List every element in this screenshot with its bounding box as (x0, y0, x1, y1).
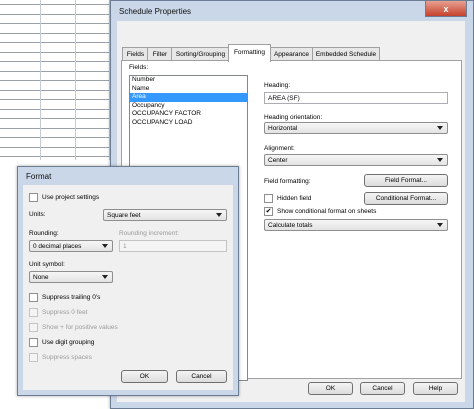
grid-column-line (40, 0, 41, 160)
chevron-down-icon (102, 244, 108, 248)
grid-column-line (75, 0, 76, 160)
grid-line (0, 13, 110, 15)
rounding-increment-label: Rounding increment: (119, 230, 179, 237)
grid-line (0, 118, 110, 119)
grid-line (0, 23, 110, 24)
close-button[interactable]: x (425, 1, 467, 17)
use-project-settings-checkbox[interactable]: Use project settings (29, 193, 99, 202)
checkbox-box (29, 308, 38, 317)
alignment-label: Alignment: (264, 145, 295, 152)
checkbox-box (29, 338, 38, 347)
format-dialog-window: Format Use project settings Units: Squar… (17, 166, 239, 396)
calculate-totals-select[interactable]: Calculate totals (264, 219, 448, 231)
tab-embedded-schedule[interactable]: Embedded Schedule (312, 47, 380, 61)
format-ok-button[interactable]: OK (121, 370, 168, 383)
heading-input[interactable]: AREA (SF) (264, 92, 448, 104)
tab-filter[interactable]: Filter (147, 47, 173, 61)
list-item-selected[interactable]: Area (130, 93, 247, 102)
window-title: Schedule Properties (119, 6, 192, 16)
grid-line (0, 80, 110, 81)
checkbox-box (29, 293, 38, 302)
grid-line (0, 89, 110, 91)
grid-line (0, 4, 110, 5)
conditional-format-button[interactable]: Conditional Format... (364, 192, 448, 205)
hidden-field-checkbox[interactable]: Hidden field (264, 194, 311, 203)
unit-symbol-label: Unit symbol: (29, 261, 65, 268)
field-format-button[interactable]: Field Format... (364, 174, 448, 187)
chevron-down-icon (216, 213, 222, 217)
close-icon: x (443, 3, 449, 14)
chevron-down-icon (437, 158, 443, 162)
grid-line (0, 99, 110, 100)
suppress-spaces-checkbox[interactable]: Suppress spaces (29, 353, 92, 362)
chevron-down-icon (102, 275, 108, 279)
show-plus-checkbox[interactable]: Show + for positive values (29, 323, 118, 332)
list-item[interactable]: Name (130, 85, 247, 94)
grid-line (0, 32, 110, 34)
checkbox-box (29, 323, 38, 332)
heading-orientation-select[interactable]: Horizontal (264, 122, 448, 134)
grid-line (0, 42, 110, 43)
fields-label: Fields: (129, 64, 149, 71)
suppress-zero-feet-checkbox[interactable]: Suppress 0 feet (29, 308, 88, 317)
checkbox-box (264, 194, 273, 203)
units-label: Units: (29, 211, 46, 218)
ok-button[interactable]: OK (308, 382, 353, 395)
grid-line (0, 127, 110, 129)
grid-line (0, 156, 110, 157)
list-item[interactable]: OCCUPANCY FACTOR (130, 110, 247, 119)
format-titlebar: Format (18, 167, 238, 185)
grid-line (0, 146, 110, 148)
field-formatting-label: Field formatting: (264, 178, 311, 185)
checkmark-icon: ✔ (264, 207, 273, 216)
heading-label: Heading: (264, 82, 291, 89)
grid-line (0, 137, 110, 138)
cancel-button[interactable]: Cancel (360, 382, 405, 395)
units-select[interactable]: Square feet (103, 209, 227, 221)
tab-appearance[interactable]: Appearance (269, 47, 314, 61)
background-schedule-grid (0, 0, 110, 160)
rounding-label: Rounding: (29, 230, 59, 237)
checkbox-box (29, 193, 38, 202)
format-dialog-title: Format (26, 171, 52, 181)
rounding-increment-input[interactable]: 1 (119, 240, 227, 252)
checkbox-box (29, 353, 38, 362)
use-digit-grouping-checkbox[interactable]: Use digit grouping (29, 338, 94, 347)
alignment-select[interactable]: Center (264, 154, 448, 166)
chevron-down-icon (437, 126, 443, 130)
list-item[interactable]: OCCUPANCY LOAD (130, 119, 247, 128)
unit-symbol-select[interactable]: None (29, 271, 113, 283)
format-dialog-body: Use project settings Units: Square feet … (23, 185, 233, 390)
heading-orientation-label: Heading orientation: (264, 114, 323, 121)
tab-fields[interactable]: Fields (122, 47, 149, 61)
show-conditional-format-checkbox[interactable]: ✔ Show conditional format on sheets (264, 207, 376, 216)
grid-line (0, 51, 110, 53)
grid-line (0, 61, 110, 62)
list-item[interactable]: Occupancy (130, 102, 247, 111)
format-cancel-button[interactable]: Cancel (176, 370, 227, 383)
tab-formatting[interactable]: Formatting (228, 44, 271, 62)
suppress-trailing-zeros-checkbox[interactable]: Suppress trailing 0's (29, 293, 100, 302)
chevron-down-icon (437, 223, 443, 227)
list-item[interactable]: Number (130, 76, 247, 85)
tab-sorting-grouping[interactable]: Sorting/Grouping (171, 47, 230, 61)
grid-line (0, 108, 110, 110)
schedule-properties-titlebar: Schedule Properties (111, 1, 473, 21)
grid-line (0, 70, 110, 72)
rounding-select[interactable]: 0 decimal places (29, 240, 113, 252)
help-button[interactable]: Help (413, 382, 458, 395)
